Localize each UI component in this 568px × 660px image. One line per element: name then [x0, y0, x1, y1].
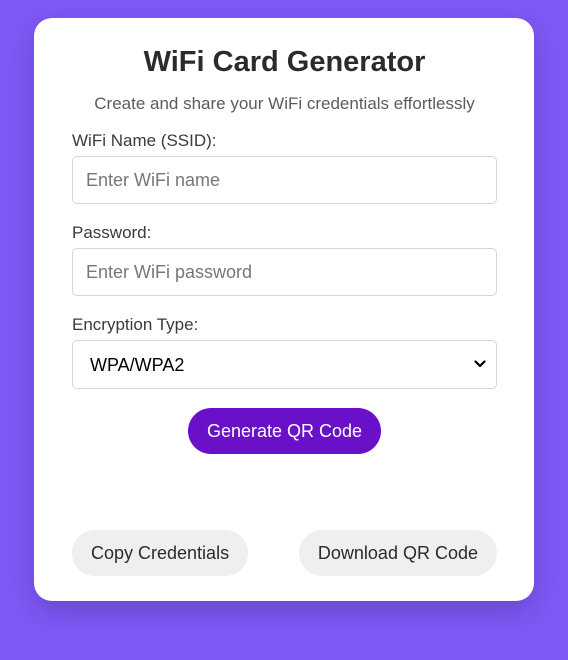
copy-credentials-button[interactable]: Copy Credentials [72, 530, 249, 576]
encryption-selected-value: WPA/WPA2 [90, 355, 185, 375]
chevron-down-icon [474, 360, 486, 368]
action-buttons-row: Copy Credentials Download QR Code [72, 530, 497, 576]
password-field-group: Password: [72, 222, 497, 296]
ssid-label: WiFi Name (SSID): [72, 131, 217, 150]
encryption-label: Encryption Type: [72, 315, 199, 334]
ssid-field-group: WiFi Name (SSID): [72, 130, 497, 204]
encryption-select[interactable]: WPA/WPA2 [72, 340, 497, 389]
page-title: WiFi Card Generator [143, 46, 426, 78]
ssid-input[interactable] [72, 156, 497, 204]
password-input[interactable] [72, 248, 497, 296]
encryption-field-group: Encryption Type: WPA/WPA2 [72, 314, 497, 389]
generate-button-row: Generate QR Code [72, 408, 497, 454]
generate-qr-button[interactable]: Generate QR Code [187, 408, 382, 454]
password-label: Password: [72, 223, 152, 242]
wifi-card-panel: WiFi Card Generator Create and share you… [34, 18, 534, 601]
page-subtitle: Create and share your WiFi credentials e… [94, 94, 475, 113]
download-qr-button[interactable]: Download QR Code [298, 530, 497, 576]
